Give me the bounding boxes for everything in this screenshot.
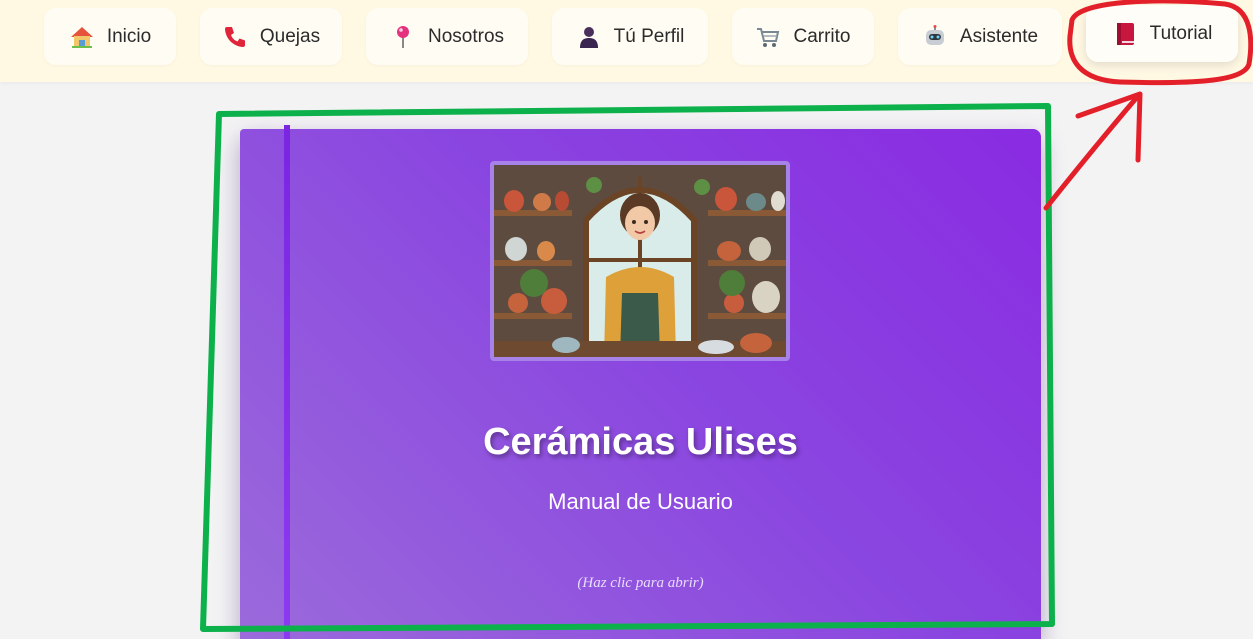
nav-item-nosotros[interactable]: Nosotros: [366, 8, 528, 65]
nav-label-perfil: Tú Perfil: [613, 25, 685, 47]
book-subtitle: Manual de Usuario: [548, 489, 733, 514]
nav-item-asistente[interactable]: Asistente: [898, 8, 1062, 65]
nav-item-tutorial[interactable]: Tutorial: [1086, 5, 1238, 62]
nav-item-carrito[interactable]: Carrito: [732, 8, 874, 65]
pin-icon: [390, 24, 416, 50]
nav-label-inicio: Inicio: [106, 25, 152, 47]
ceramics-shop-illustration: [490, 161, 790, 361]
nav-label-asistente: Asistente: [959, 25, 1039, 47]
nav-item-quejas[interactable]: Quejas: [200, 8, 342, 65]
nav-label-tutorial: Tutorial: [1149, 22, 1213, 44]
house-icon: [69, 24, 95, 50]
nav-label-nosotros: Nosotros: [427, 25, 505, 47]
nav-item-perfil[interactable]: Tú Perfil: [552, 8, 708, 65]
robot-icon: [922, 24, 948, 50]
arrow-shaft: [1043, 93, 1141, 211]
nav-label-carrito: Carrito: [793, 25, 851, 47]
tutorial-book-cover[interactable]: Cerámicas Ulises Manual de Usuario (Haz …: [240, 125, 1041, 639]
book-title: Cerámicas Ulises: [483, 421, 798, 463]
cart-icon: [755, 24, 781, 50]
top-navigation-bar: Inicio Quejas Nosotros Tú Perfil Carrito…: [0, 0, 1253, 82]
open-hint: (Haz clic para abrir): [577, 575, 704, 591]
book-icon: [1112, 21, 1138, 47]
nav-item-inicio[interactable]: Inicio: [44, 8, 176, 65]
nav-label-quejas: Quejas: [259, 25, 321, 47]
book-spine: [284, 125, 290, 639]
phone-icon: [222, 24, 248, 50]
arrow-head: [1075, 91, 1143, 163]
user-icon: [576, 24, 602, 50]
